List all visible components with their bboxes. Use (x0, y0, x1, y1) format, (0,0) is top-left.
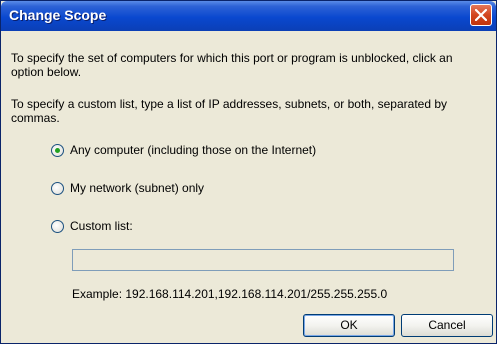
change-scope-dialog: Change Scope To specify the set of compu… (0, 0, 497, 344)
radio-selected-dot (55, 147, 60, 153)
radio-label-my-network: My network (subnet) only (70, 181, 205, 195)
radio-button[interactable] (51, 219, 64, 233)
title-bar[interactable]: Change Scope (1, 1, 496, 31)
dialog-body: To specify the set of computers for whic… (1, 31, 496, 343)
radio-label-any-computer: Any computer (including those on the Int… (70, 143, 317, 157)
close-icon (475, 9, 487, 21)
radio-button-selected[interactable] (51, 143, 64, 157)
radio-button[interactable] (51, 181, 64, 195)
radio-label-custom-list: Custom list: (70, 219, 133, 233)
radio-option-my-network[interactable]: My network (subnet) only (51, 181, 204, 195)
dialog-title: Change Scope (9, 7, 107, 23)
intro-text: To specify the set of computers for whic… (11, 51, 453, 79)
cancel-button[interactable]: Cancel (401, 314, 493, 337)
radio-option-custom-list[interactable]: Custom list: (51, 219, 133, 233)
close-button[interactable] (470, 4, 492, 26)
custom-list-input[interactable] (72, 249, 454, 271)
radio-option-any-computer[interactable]: Any computer (including those on the Int… (51, 143, 316, 157)
example-text: Example: 192.168.114.201,192.168.114.201… (72, 287, 388, 301)
ok-button[interactable]: OK (303, 314, 395, 337)
custom-list-help-text: To specify a custom list, type a list of… (11, 97, 448, 125)
